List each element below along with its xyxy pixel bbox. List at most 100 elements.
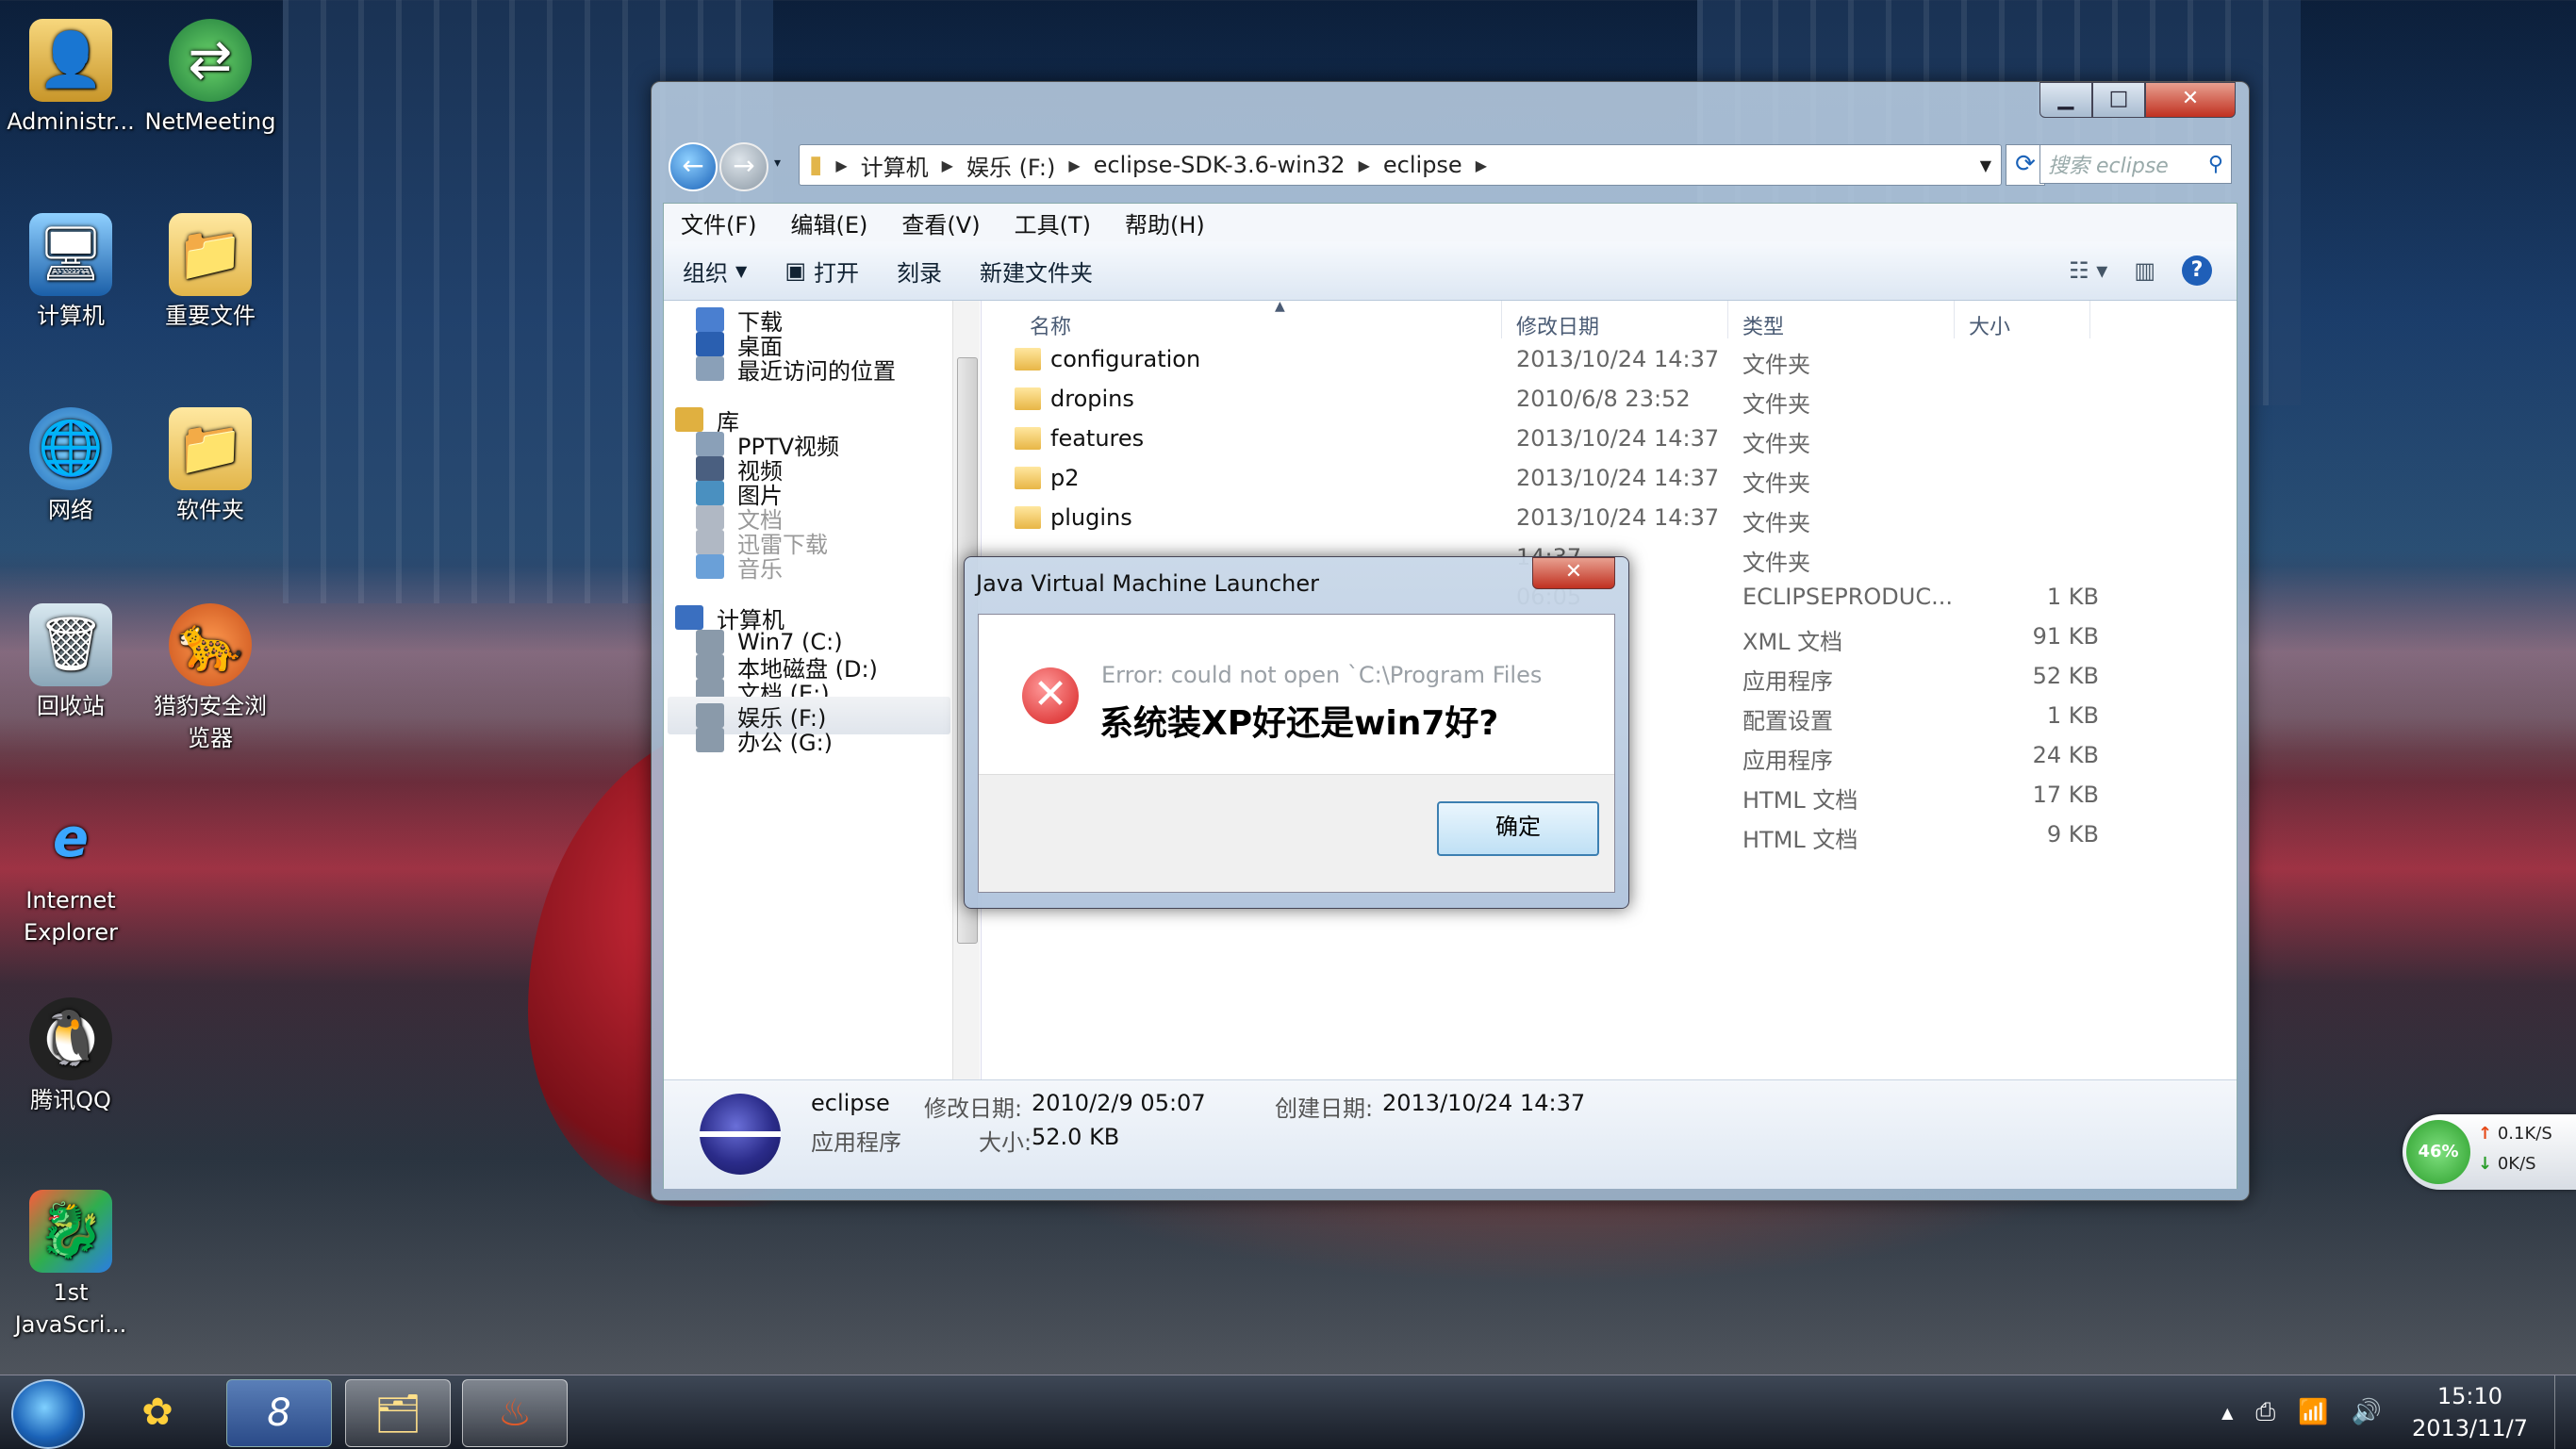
details-file-name: eclipse: [811, 1090, 890, 1116]
file-date: 2013/10/24 14:37: [1516, 346, 1720, 372]
maximize-button[interactable]: □: [2092, 82, 2145, 118]
desktop-icon-recycle-bin[interactable]: 🗑 回收站: [0, 603, 141, 722]
dialog-error-message: Error: could not open `C:\Program Files: [1101, 662, 1543, 688]
file-row[interactable]: configuration 2013/10/24 14:37 文件夹: [996, 340, 2089, 380]
column-header-date[interactable]: 修改日期: [1516, 310, 1599, 340]
organize-button[interactable]: 组织 ▼: [664, 255, 766, 288]
volume-icon[interactable]: 🔊: [2340, 1398, 2393, 1426]
breadcrumb-item[interactable]: 计算机: [851, 149, 938, 182]
breadcrumb-item[interactable]: eclipse-SDK-3.6-win32: [1084, 152, 1355, 178]
network-speed-widget[interactable]: 46% ↑ 0.1K/S ↓ 0K/S: [2403, 1114, 2576, 1190]
desktop-icon-javascript-editor[interactable]: 🐉 1st JavaScri...: [0, 1190, 141, 1341]
breadcrumb-arrow-icon[interactable]: ▶: [1472, 156, 1491, 174]
column-divider[interactable]: [1727, 301, 1728, 338]
chevron-down-icon: ▼: [735, 261, 748, 280]
address-row: ← → ▾ ▮ ▶ 计算机 ▶ 娱乐 (F:) ▶ eclipse-SDK-3.…: [669, 139, 2232, 191]
file-type: 文件夹: [1742, 470, 1810, 497]
clock[interactable]: 15:10 2013/11/7: [2393, 1380, 2554, 1444]
menu-view[interactable]: 查看(V): [884, 206, 997, 239]
column-header-size[interactable]: 大小: [1969, 310, 2010, 340]
start-button[interactable]: [11, 1379, 85, 1449]
file-type: 应用程序: [1742, 668, 1833, 695]
breadcrumb-arrow-icon[interactable]: ▶: [1355, 156, 1374, 174]
burn-button[interactable]: 刻录: [878, 255, 961, 288]
nav-item-label: 最近访问的位置: [737, 357, 896, 385]
file-row[interactable]: features 2013/10/24 14:37 文件夹: [996, 420, 2089, 459]
breadcrumb-arrow-icon[interactable]: ▶: [832, 156, 850, 174]
nav-item-label: 办公 (G:): [737, 729, 834, 756]
view-options-icon[interactable]: ☷ ▾: [2069, 257, 2107, 284]
desktop-icon-internet-explorer[interactable]: e Internet Explorer: [0, 798, 141, 948]
help-icon[interactable]: ?: [2182, 255, 2212, 286]
breadcrumb-arrow-icon[interactable]: ▶: [938, 156, 957, 174]
column-divider[interactable]: [2089, 301, 2090, 338]
menu-help[interactable]: 帮助(H): [1108, 206, 1222, 239]
file-row[interactable]: plugins 2013/10/24 14:37 文件夹: [996, 499, 2089, 538]
desktop-icon-cheetah-browser[interactable]: 🐆 猎豹安全浏览器: [140, 603, 281, 754]
netmeeting-icon: ⇄: [169, 19, 252, 102]
drive-icon: [696, 728, 724, 752]
desktop-icon-qq[interactable]: 🐧 腾讯QQ: [0, 997, 141, 1116]
ok-button[interactable]: 确定: [1437, 801, 1599, 856]
menu-file[interactable]: 文件(F): [664, 206, 774, 239]
address-dropdown-icon[interactable]: ▼: [1971, 156, 2001, 174]
pinwheel-app-icon: ✿: [141, 1391, 173, 1434]
desktop-icon-software-folder[interactable]: 📁 软件夹: [140, 407, 281, 526]
nav-item-recent-places[interactable]: 最近访问的位置: [696, 350, 979, 387]
folder-icon: [1015, 506, 1041, 529]
desktop-icon-computer[interactable]: 🖥 计算机: [0, 213, 141, 332]
taskbar-java[interactable]: ♨: [462, 1379, 568, 1447]
column-divider[interactable]: [1954, 301, 1955, 338]
menu-tools[interactable]: 工具(T): [998, 206, 1108, 239]
usb-device-icon[interactable]: ⎙: [2244, 1398, 2287, 1427]
network-signal-icon[interactable]: 📶: [2287, 1398, 2339, 1426]
dialog-body: ✕ Error: could not open `C:\Program File…: [978, 614, 1615, 893]
desktop-icon-netmeeting[interactable]: ⇄ NetMeeting: [140, 19, 281, 138]
desktop-icon-important-files[interactable]: 📁 重要文件: [140, 213, 281, 332]
file-name: plugins: [1050, 504, 1132, 531]
dialog-close-button[interactable]: ✕: [1532, 557, 1615, 589]
forward-button[interactable]: →: [719, 142, 768, 191]
taskbar-pinned-app[interactable]: ✿: [106, 1379, 209, 1445]
nav-item-drive-g[interactable]: 办公 (G:): [696, 721, 979, 759]
breadcrumb-arrow-icon[interactable]: ▶: [1065, 156, 1083, 174]
close-button[interactable]: ✕: [2145, 82, 2236, 118]
desktop-icon-network[interactable]: 🌐 网络: [0, 407, 141, 526]
nav-item-music[interactable]: 音乐: [696, 548, 979, 585]
column-header-type[interactable]: 类型: [1742, 310, 1784, 340]
taskbar-pinned-app[interactable]: 8: [226, 1379, 332, 1447]
file-row[interactable]: p2 2013/10/24 14:37 文件夹: [996, 459, 2089, 499]
file-size: 9 KB: [2046, 821, 2099, 848]
new-folder-button[interactable]: 新建文件夹: [961, 255, 1112, 288]
desktop-icon-label: 软件夹: [176, 497, 244, 523]
desktop-icon-administrator[interactable]: 👤 Administr...: [0, 19, 141, 138]
search-input[interactable]: 搜索 eclipse ⚲: [2039, 144, 2232, 184]
recent-pages-dropdown[interactable]: ▾: [774, 156, 781, 171]
file-type: 文件夹: [1742, 431, 1810, 457]
back-button[interactable]: ←: [669, 142, 718, 191]
file-date: 2013/10/24 14:37: [1516, 465, 1720, 491]
file-type: HTML 文档: [1742, 787, 1858, 814]
column-header-name[interactable]: 名称: [1030, 310, 1071, 340]
desktop-icon-label: 回收站: [37, 693, 105, 719]
breadcrumb-item[interactable]: 娱乐 (F:): [957, 149, 1065, 182]
eclipse-icon: [700, 1094, 781, 1175]
file-type: 文件夹: [1742, 352, 1810, 378]
menu-edit[interactable]: 编辑(E): [774, 206, 885, 239]
breadcrumb-item[interactable]: eclipse: [1374, 152, 1472, 178]
address-bar[interactable]: ▮ ▶ 计算机 ▶ 娱乐 (F:) ▶ eclipse-SDK-3.6-win3…: [799, 144, 2002, 186]
show-hidden-icons-icon[interactable]: ▲: [2210, 1404, 2244, 1422]
preview-pane-icon[interactable]: ▥: [2134, 257, 2155, 284]
file-size: 52 KB: [2032, 663, 2099, 689]
minimize-button[interactable]: ▁: [2039, 82, 2092, 118]
taskbar-explorer[interactable]: 🗂: [345, 1379, 451, 1447]
file-size: 1 KB: [2046, 702, 2099, 729]
memory-usage-indicator: 46%: [2406, 1120, 2470, 1184]
desktop-icon-label: 重要文件: [165, 303, 256, 329]
open-button[interactable]: ▣ 打开: [766, 255, 878, 288]
column-divider[interactable]: [1501, 301, 1502, 338]
search-icon[interactable]: ⚲: [2208, 153, 2223, 176]
show-desktop-button[interactable]: [2554, 1375, 2576, 1449]
javascript-editor-icon: 🐉: [29, 1190, 112, 1273]
file-row[interactable]: dropins 2010/6/8 23:52 文件夹: [996, 380, 2089, 420]
